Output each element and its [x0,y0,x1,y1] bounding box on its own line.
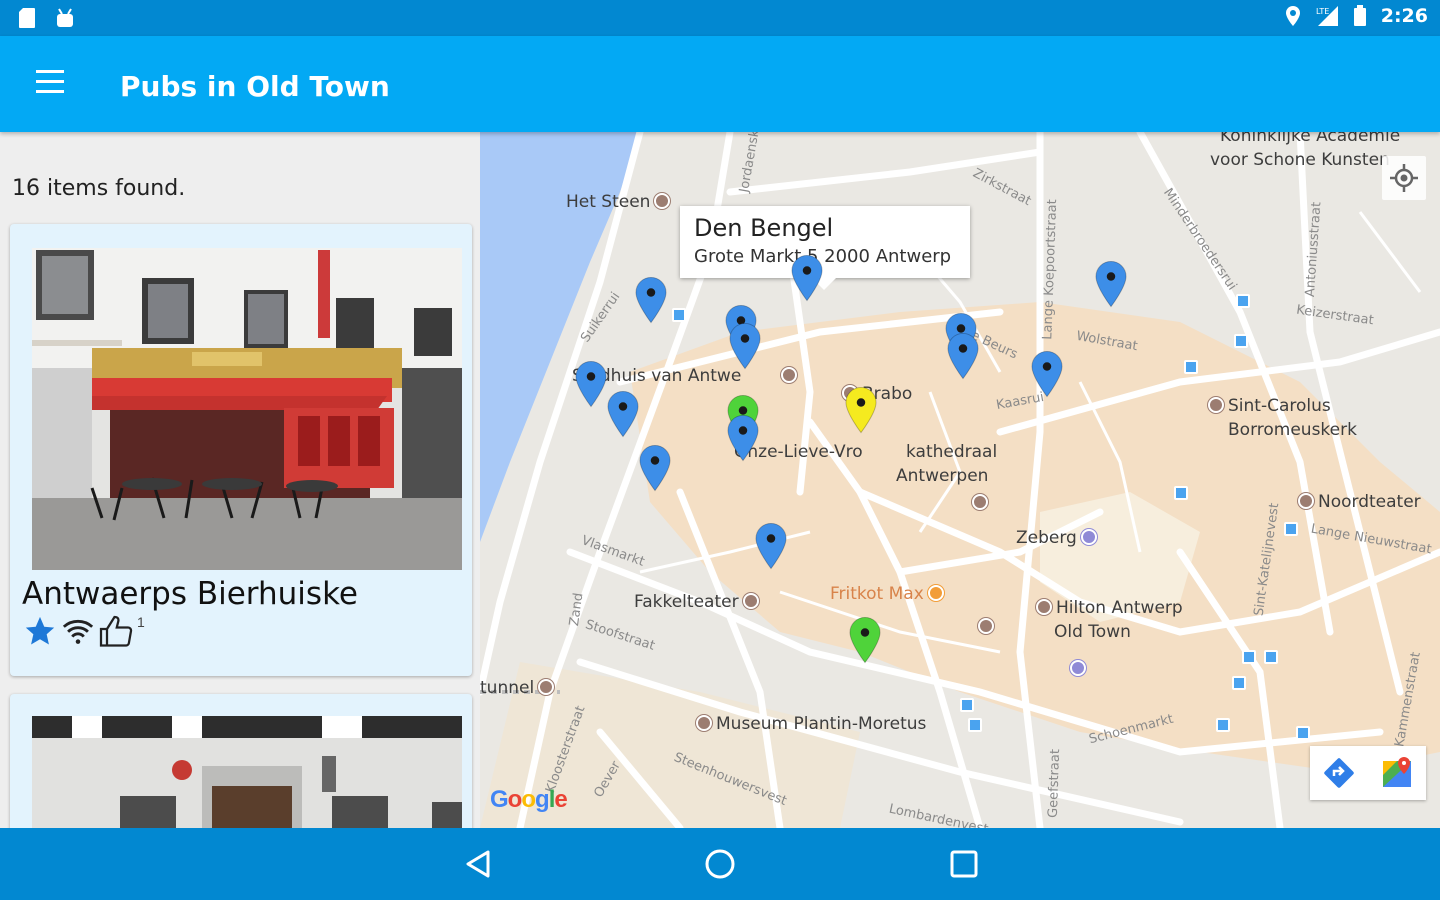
theater-icon [742,593,759,609]
svg-text:LTE: LTE [1316,7,1329,16]
place-label: tunnel [480,678,558,698]
hamburger-menu-icon[interactable] [36,70,72,98]
place-label: Het Steen [566,192,674,212]
map-pin[interactable] [607,390,639,438]
transit-icon [960,698,974,712]
status-bar: LTE 2:26 [0,0,1440,36]
thumbs-up-icon[interactable] [98,614,134,650]
place-label: Noordteater [1294,492,1421,512]
place-label: Hilton Antwerp [1032,598,1183,618]
landmark-icon [978,618,994,634]
recents-icon[interactable] [944,846,984,882]
restaurant-icon [927,585,944,601]
transit-icon [1184,360,1198,374]
map-pin[interactable] [635,276,667,324]
pub-name: Antwaerps Bierhuiske [22,576,358,612]
map-view[interactable]: Zirkstraat Oude Beurs Kaasrui Wolstraat … [480,132,1440,828]
google-logo: Google [490,786,568,813]
transit-icon [1296,726,1310,740]
tunnel-icon [538,679,555,695]
list-item[interactable]: Antwaerps Bierhuiske 1 [10,224,472,676]
map-pin[interactable] [755,522,787,570]
church-icon [1208,397,1224,413]
place-label: Antwerpen [896,466,989,486]
transit-icon [1264,650,1278,664]
transit-icon [1236,294,1250,308]
hotel-icon [1036,599,1052,615]
results-count: 16 items found. [12,176,186,201]
museum-icon [696,715,712,731]
theater-icon [1298,493,1314,509]
my-location-icon[interactable] [1382,156,1426,200]
transit-icon [968,718,982,732]
map-pin[interactable] [1095,260,1127,308]
transit-icon [1232,676,1246,690]
sd-card-icon [19,8,35,28]
transit-icon [672,308,686,322]
back-icon[interactable] [460,846,500,882]
map-pin[interactable] [845,386,877,434]
place-label: Borromeuskerk [1228,420,1357,440]
location-icon [1285,6,1300,26]
map-pin[interactable] [1031,350,1063,398]
map-pin[interactable] [791,254,823,302]
entertainment-icon [1070,660,1086,676]
google-maps-icon[interactable] [1368,746,1426,800]
landmark-icon [972,494,988,510]
list-item[interactable] [10,694,472,828]
map-pin[interactable] [849,616,881,664]
place-label: Sint-Carolus [1204,396,1331,416]
transit-icon [1242,650,1256,664]
landmark-icon [654,193,671,209]
transit-icon [1174,486,1188,500]
place-label: Koninklijke Academie [1220,132,1401,146]
transit-icon [1234,334,1248,348]
landmark-icon [781,367,798,383]
map-pin[interactable] [947,332,979,380]
transit-icon [1216,718,1230,732]
battery-icon [1353,5,1366,26]
like-count: 1 [137,614,145,630]
home-icon[interactable] [700,846,740,882]
signal-icon: LTE [1316,6,1338,26]
place-label: kathedraal [906,442,998,462]
place-label: Zeberg [1016,528,1101,548]
map-pin[interactable] [575,360,607,408]
page-title: Pubs in Old Town [120,70,390,103]
info-window-address: Grote Markt 5 2000 Antwerp [694,246,952,267]
place-label: voor Schone Kunsten [1210,150,1390,170]
clock: 2:26 [1380,5,1428,27]
app-bar: Pubs in Old Town [0,36,1440,132]
transit-icon [1284,522,1298,536]
place-label: Fritkot Max [830,584,948,604]
place-label: Old Town [1054,622,1131,642]
place-label: Museum Plantin-Moretus [692,714,926,734]
map-pin[interactable] [639,444,671,492]
android-icon [57,8,73,27]
directions-icon[interactable] [1310,746,1368,800]
street-label: Geefstraat [1045,748,1064,819]
map-pin[interactable] [729,322,761,370]
info-window[interactable]: Den Bengel Grote Markt 5 2000 Antwerp [680,206,970,290]
map-toolbar [1310,746,1426,800]
pub-photo [32,248,462,570]
place-label: Fakkelteater [634,592,763,612]
info-window-title: Den Bengel [694,214,834,242]
wifi-icon [62,619,94,644]
pub-photo [32,716,462,828]
navigation-bar [0,828,1440,900]
entertainment-icon [1080,529,1097,545]
star-icon [25,616,55,645]
map-pin[interactable] [727,414,759,462]
pub-list[interactable]: 16 items found. Antwaerps Bierhuiske 1 [0,132,480,828]
